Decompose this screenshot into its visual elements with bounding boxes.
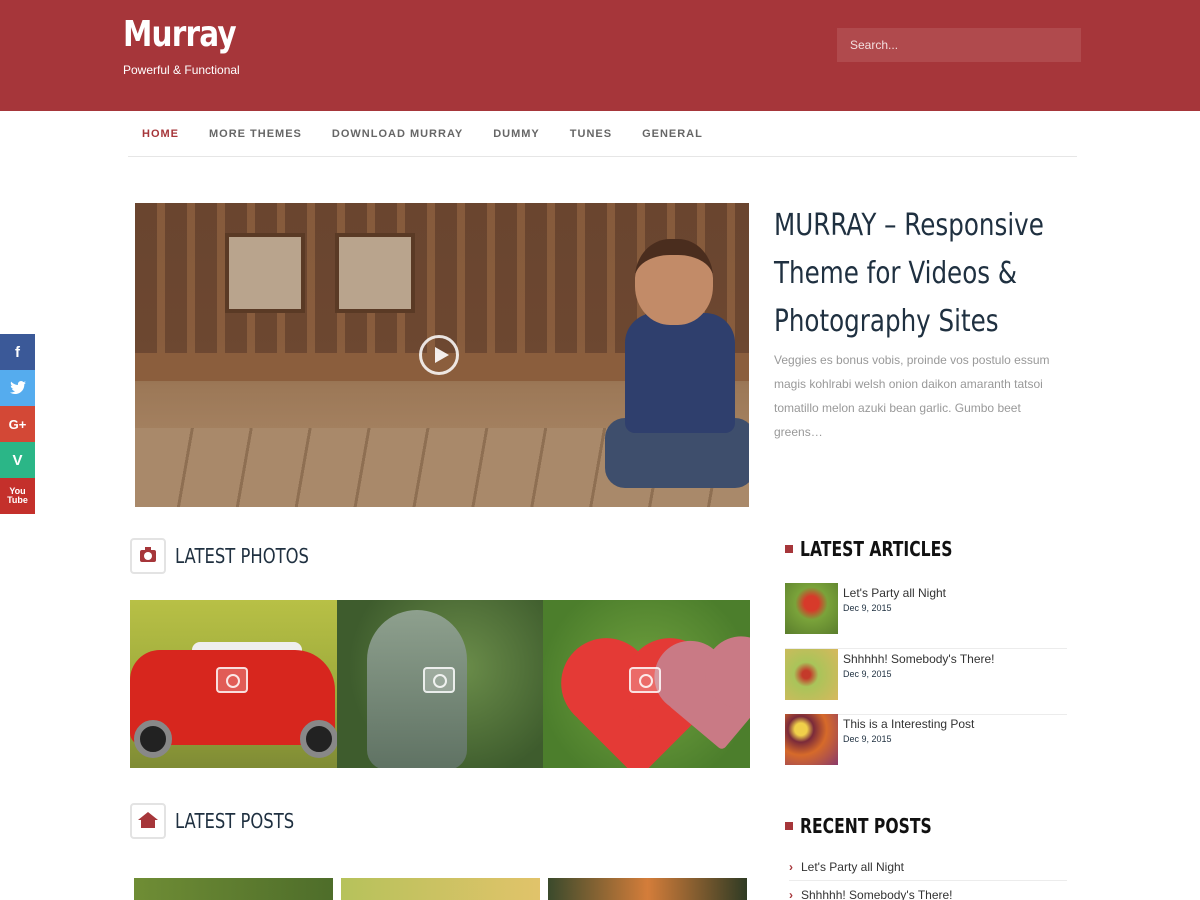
latest-photos-grid <box>130 600 751 768</box>
article-item[interactable]: Let's Party all Night Dec 9, 2015 <box>785 583 1067 649</box>
latest-articles-heading: LATEST ARTICLES <box>785 537 996 561</box>
nav-item-dummy[interactable]: DUMMY <box>493 128 540 140</box>
featured-bg-window <box>335 233 415 313</box>
article-item[interactable]: Shhhhh! Somebody's There! Dec 9, 2015 <box>785 649 1067 715</box>
article-thumbnail[interactable] <box>785 649 838 700</box>
camera-icon <box>130 538 166 574</box>
photo-car <box>300 720 337 758</box>
latest-photos-heading: LATEST PHOTOS <box>130 538 338 574</box>
featured-title[interactable]: MURRAY – Responsive Theme for Videos & P… <box>774 202 1061 346</box>
article-title[interactable]: Let's Party all Night <box>843 586 946 600</box>
article-item[interactable]: This is a Interesting Post Dec 9, 2015 <box>785 714 1067 780</box>
latest-posts-heading: LATEST POSTS <box>130 803 320 839</box>
nav-item-home[interactable]: HOME <box>142 128 179 140</box>
nav-item-general[interactable]: GENERAL <box>642 128 703 140</box>
facebook-icon[interactable]: f <box>0 334 35 370</box>
site-header: Murray Powerful & Functional <box>0 0 1200 111</box>
camera-icon <box>629 667 662 693</box>
home-icon <box>130 803 166 839</box>
featured-bg-window <box>225 233 305 313</box>
article-title[interactable]: This is a Interesting Post <box>843 717 974 731</box>
article-title[interactable]: Shhhhh! Somebody's There! <box>843 652 995 666</box>
post-thumbnail[interactable] <box>341 878 540 900</box>
googleplus-icon[interactable]: G+ <box>0 406 35 442</box>
recent-post-title[interactable]: Shhhhh! Somebody's There! <box>801 888 953 900</box>
featured-child <box>635 239 713 325</box>
photo-car <box>134 720 172 758</box>
heading-marker <box>785 822 793 830</box>
photo-tile[interactable] <box>543 600 751 768</box>
site-tagline: Powerful & Functional <box>123 63 240 77</box>
featured-child <box>625 313 735 433</box>
recent-post-title[interactable]: Let's Party all Night <box>801 860 904 874</box>
featured-image[interactable] <box>135 203 749 507</box>
nav-item-tunes[interactable]: TUNES <box>570 128 612 140</box>
camera-icon <box>216 667 248 693</box>
post-thumbnail[interactable] <box>548 878 747 900</box>
latest-posts-row <box>134 878 747 900</box>
article-date: Dec 9, 2015 <box>843 669 892 679</box>
recent-posts-heading: RECENT POSTS <box>785 814 969 838</box>
recent-posts-title: RECENT POSTS <box>800 814 932 838</box>
main-nav: HOME MORE THEMES DOWNLOAD MURRAY DUMMY T… <box>128 111 1077 157</box>
nav-item-more-themes[interactable]: MORE THEMES <box>209 128 302 140</box>
social-sidebar: f G+ V You Tube <box>0 334 35 514</box>
post-thumbnail[interactable] <box>134 878 333 900</box>
article-thumbnail[interactable] <box>785 583 838 634</box>
featured-excerpt: Veggies es bonus vobis, proinde vos post… <box>774 353 1050 439</box>
recent-post-item[interactable]: › Shhhhh! Somebody's There! <box>789 881 1067 900</box>
vine-icon[interactable]: V <box>0 442 35 478</box>
heading-marker <box>785 545 793 553</box>
latest-articles-title: LATEST ARTICLES <box>800 537 953 561</box>
article-date: Dec 9, 2015 <box>843 734 892 744</box>
camera-icon <box>422 667 455 693</box>
article-thumbnail[interactable] <box>785 714 838 765</box>
latest-photos-title: LATEST PHOTOS <box>175 544 309 568</box>
chevron-right-icon: › <box>789 859 793 874</box>
search-input[interactable] <box>837 28 1081 62</box>
site-title[interactable]: Murray <box>123 14 237 55</box>
recent-post-item[interactable]: › Let's Party all Night <box>789 853 1067 881</box>
article-date: Dec 9, 2015 <box>843 603 892 613</box>
chevron-right-icon: › <box>789 888 793 900</box>
latest-posts-title: LATEST POSTS <box>175 809 295 833</box>
nav-item-download-murray[interactable]: DOWNLOAD MURRAY <box>332 128 463 140</box>
youtube-icon[interactable]: You Tube <box>0 478 35 514</box>
twitter-icon[interactable] <box>0 370 35 406</box>
photo-tile[interactable] <box>130 600 337 768</box>
photo-tile[interactable] <box>336 600 544 768</box>
play-icon[interactable] <box>419 335 459 375</box>
